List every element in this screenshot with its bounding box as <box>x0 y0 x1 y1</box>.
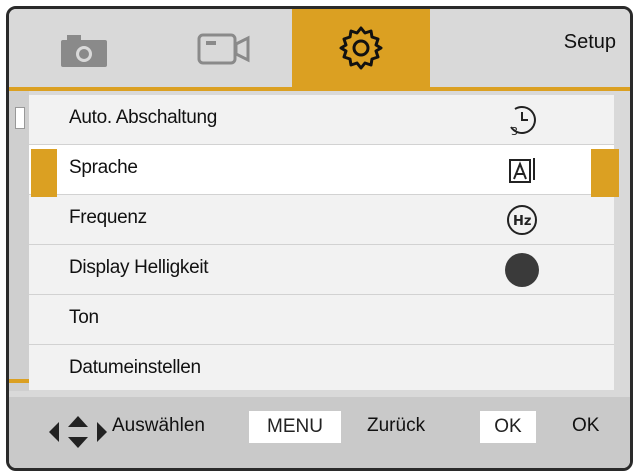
scrollbar[interactable] <box>9 91 29 391</box>
menu-item-label: Ton <box>69 307 99 328</box>
scroll-end-mark <box>9 379 29 383</box>
page-title: Setup <box>563 31 616 53</box>
button-hints-bar: Auswählen MENU Zurück OK OK <box>9 397 630 468</box>
gear-icon <box>339 26 383 70</box>
menu-item-language[interactable]: Sprache <box>29 145 614 195</box>
tab-underline <box>9 87 630 91</box>
dpad-icon <box>47 415 109 454</box>
menu-item-frequency[interactable]: Frequenz Hz <box>29 195 614 245</box>
camera-setup-screen: Setup Auto. Abschaltung 3 Sprache Freque… <box>6 6 633 471</box>
menu-key-badge[interactable]: MENU <box>249 411 341 443</box>
tab-photo[interactable] <box>29 13 139 85</box>
svg-text:Hz: Hz <box>513 214 531 229</box>
svg-text:3: 3 <box>511 125 518 137</box>
selection-marker-left <box>31 149 57 197</box>
select-hint-label: Auswählen <box>112 415 205 436</box>
language-icon <box>502 151 542 189</box>
back-hint-label: Zurück <box>367 415 426 436</box>
menu-item-sound[interactable]: Ton <box>29 295 614 345</box>
menu-item-label: Display Helligkeit <box>69 257 209 278</box>
menu-item-label: Sprache <box>69 157 138 178</box>
video-icon <box>197 33 250 65</box>
menu-item-brightness[interactable]: Display Helligkeit <box>29 245 614 295</box>
mode-tab-bar: Setup <box>9 9 630 87</box>
camera-icon <box>61 35 107 67</box>
menu-item-label: Datumeinstellen <box>69 357 201 378</box>
menu-item-date[interactable]: Datumeinstellen <box>29 345 614 394</box>
settings-menu: Auto. Abschaltung 3 Sprache Frequenz Hz … <box>29 95 614 390</box>
scroll-thumb[interactable] <box>15 107 25 129</box>
auto-off-timer-icon: 3 <box>502 101 542 139</box>
selection-marker-right <box>591 149 619 197</box>
ok-hint-label: OK <box>572 415 600 436</box>
ok-key-badge[interactable]: OK <box>480 411 536 443</box>
tab-video[interactable] <box>169 13 279 85</box>
menu-item-auto-off[interactable]: Auto. Abschaltung 3 <box>29 95 614 145</box>
menu-item-label: Frequenz <box>69 207 147 228</box>
menu-item-label: Auto. Abschaltung <box>69 107 218 128</box>
tab-setup[interactable] <box>292 9 430 87</box>
hz-icon: Hz <box>502 201 542 239</box>
brightness-dot-icon <box>502 251 542 289</box>
